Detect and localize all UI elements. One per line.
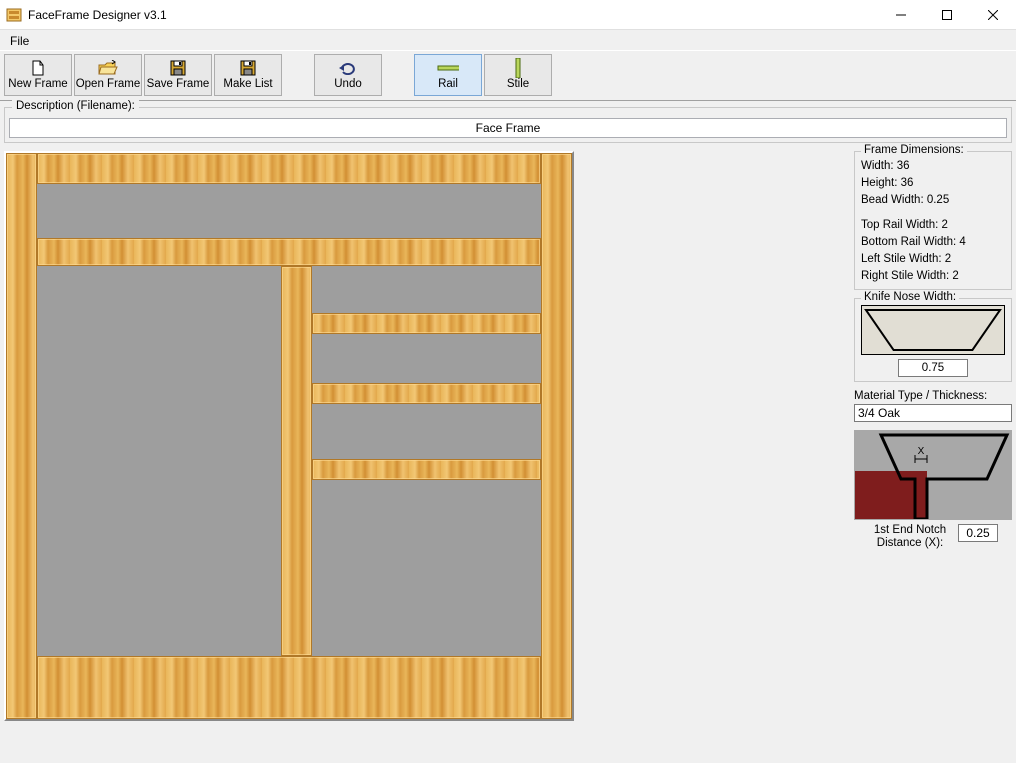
minimize-button[interactable]: [878, 0, 924, 30]
knife-nose-input[interactable]: [898, 359, 968, 377]
dim-height: Height: 36: [861, 175, 1005, 192]
make-list-label: Make List: [223, 78, 272, 90]
stile-icon: [507, 60, 529, 76]
save-icon: [167, 60, 189, 76]
notch-input[interactable]: [958, 524, 998, 542]
new-frame-button[interactable]: New Frame: [4, 54, 72, 96]
right-stile[interactable]: [541, 153, 572, 719]
top-rail[interactable]: [37, 153, 541, 184]
center-stile[interactable]: [281, 266, 312, 656]
close-button[interactable]: [970, 0, 1016, 30]
frame-dimensions-group: Frame Dimensions: Width: 36 Height: 36 B…: [854, 151, 1012, 290]
notch-diagram: X: [854, 430, 1012, 520]
open-frame-button[interactable]: Open Frame: [74, 54, 142, 96]
title-bar: FaceFrame Designer v3.1: [0, 0, 1016, 30]
app-icon: [6, 7, 22, 23]
dim-right-stile: Right Stile Width: 2: [861, 268, 1005, 285]
open-frame-label: Open Frame: [76, 78, 141, 90]
description-input[interactable]: [9, 118, 1007, 138]
material-group: Material Type / Thickness:: [854, 390, 1012, 422]
knife-legend: Knife Nose Width:: [861, 291, 959, 303]
rail-3[interactable]: [312, 313, 541, 334]
make-list-button[interactable]: Make List: [214, 54, 282, 96]
notch-label: 1st End Notch Distance (X):: [868, 524, 952, 550]
undo-label: Undo: [334, 78, 362, 90]
left-stile[interactable]: [6, 153, 37, 719]
rail-4[interactable]: [312, 383, 541, 404]
maximize-button[interactable]: [924, 0, 970, 30]
rail-button[interactable]: Rail: [414, 54, 482, 96]
save-frame-button[interactable]: Save Frame: [144, 54, 212, 96]
dim-bottom-rail: Bottom Rail Width: 4: [861, 234, 1005, 251]
menu-file[interactable]: File: [6, 32, 33, 50]
rail-label: Rail: [438, 78, 458, 90]
dim-left-stile: Left Stile Width: 2: [861, 251, 1005, 268]
material-input[interactable]: [854, 404, 1012, 422]
rail-2[interactable]: [37, 238, 541, 266]
save-frame-label: Save Frame: [147, 78, 210, 90]
dim-top-rail: Top Rail Width: 2: [861, 217, 1005, 234]
description-legend: Description (Filename):: [12, 100, 139, 112]
frame-canvas[interactable]: [4, 151, 574, 721]
stile-button[interactable]: Stile: [484, 54, 552, 96]
window-title: FaceFrame Designer v3.1: [28, 8, 167, 22]
notch-group: X 1st End Notch Distance (X):: [854, 430, 1012, 550]
new-frame-label: New Frame: [8, 78, 67, 90]
undo-button[interactable]: Undo: [314, 54, 382, 96]
save-list-icon: [237, 60, 259, 76]
rail-icon: [437, 60, 459, 76]
toolbar: New Frame Open Frame Save Frame Make Lis…: [0, 50, 1016, 101]
dim-bead: Bead Width: 0.25: [861, 192, 1005, 209]
menu-bar: File: [0, 30, 1016, 50]
dimensions-legend: Frame Dimensions:: [861, 144, 967, 156]
bottom-rail[interactable]: [37, 656, 541, 719]
dim-width: Width: 36: [861, 158, 1005, 175]
description-group: Description (Filename):: [4, 107, 1012, 143]
knife-diagram: [861, 305, 1005, 355]
side-panel: Frame Dimensions: Width: 36 Height: 36 B…: [854, 151, 1012, 721]
rail-5[interactable]: [312, 459, 541, 480]
stile-label: Stile: [507, 78, 529, 90]
undo-icon: [337, 60, 359, 76]
open-folder-icon: [97, 60, 119, 76]
x-marker: X: [918, 446, 925, 457]
new-file-icon: [27, 60, 49, 76]
material-label: Material Type / Thickness:: [854, 390, 1012, 402]
knife-nose-group: Knife Nose Width:: [854, 298, 1012, 382]
